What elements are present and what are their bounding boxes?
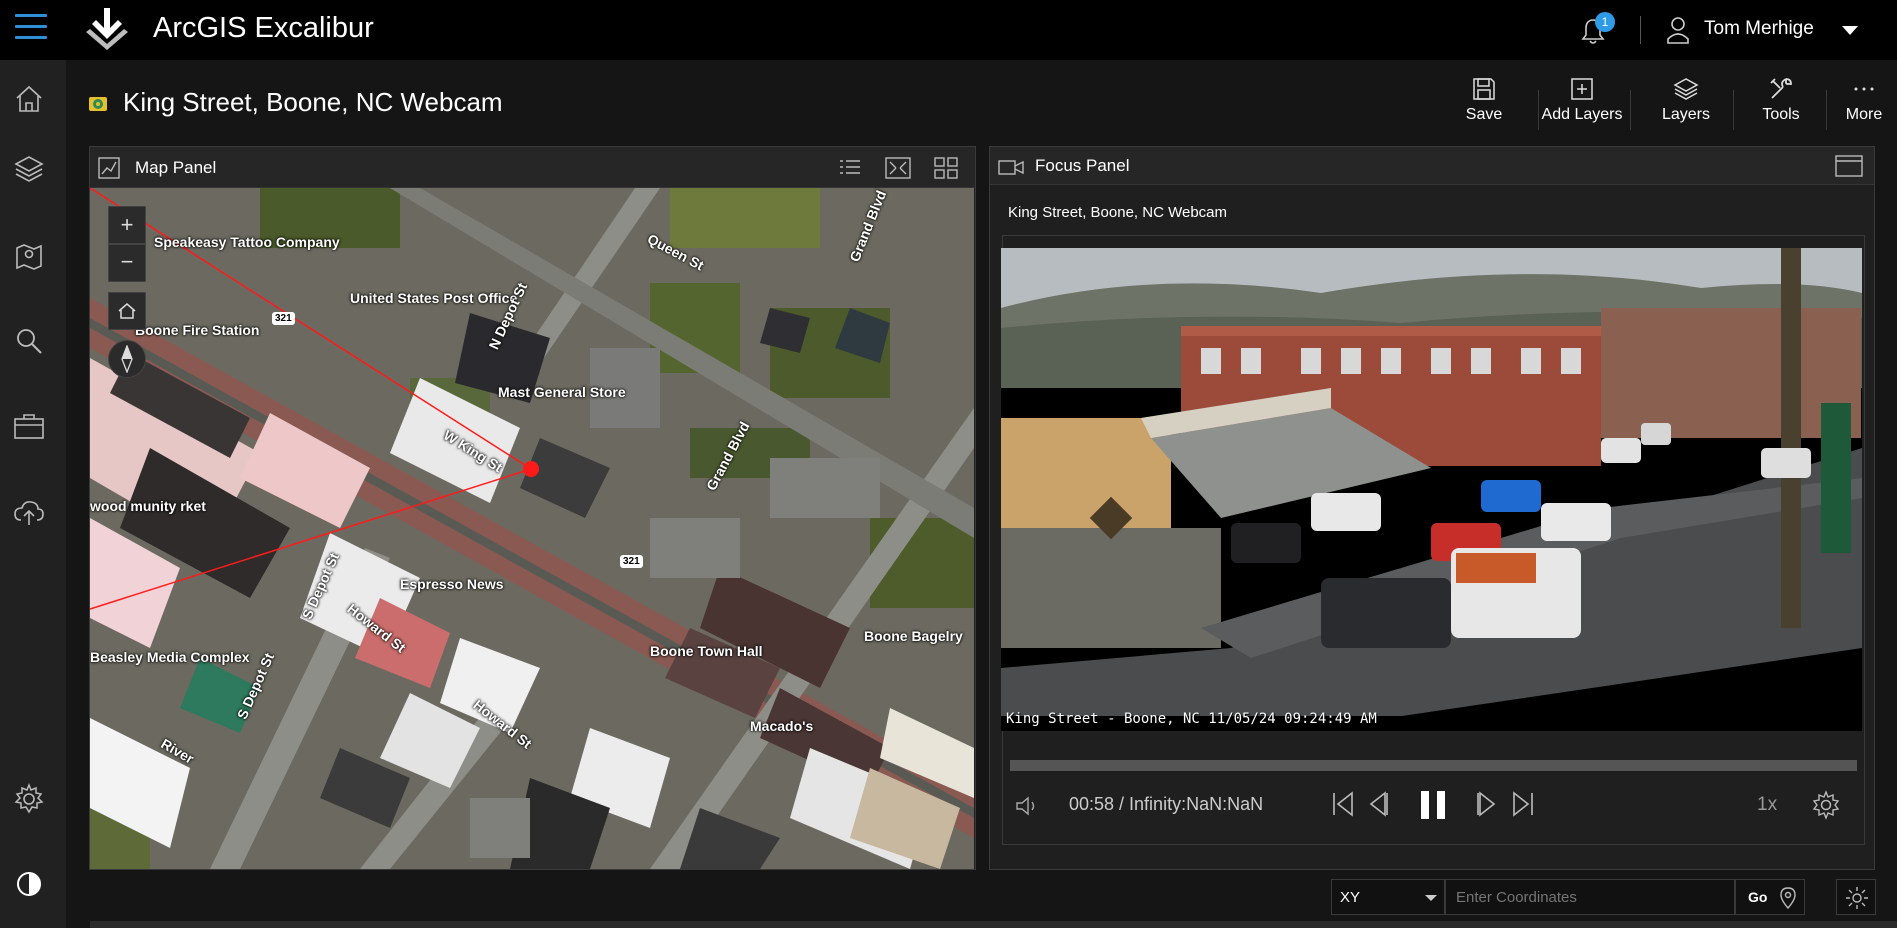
video-settings-gear-icon[interactable] bbox=[1811, 790, 1841, 820]
coordinate-input[interactable] bbox=[1446, 880, 1734, 914]
compass-button[interactable] bbox=[108, 340, 146, 378]
home-icon[interactable] bbox=[12, 82, 46, 116]
panel-window-icon[interactable] bbox=[1835, 155, 1863, 177]
page-title: King Street, Boone, NC Webcam bbox=[123, 87, 503, 117]
layers-icon bbox=[1673, 78, 1699, 100]
layers-label: Layers bbox=[1661, 106, 1711, 123]
map-label: Espresso News bbox=[400, 576, 504, 592]
map-label: Boone Fire Station bbox=[135, 322, 260, 338]
map-label: Boone Town Hall bbox=[650, 643, 763, 659]
more-button[interactable]: More bbox=[1832, 72, 1896, 138]
notification-count-badge: 1 bbox=[1595, 12, 1615, 32]
route-shield: 321 bbox=[272, 312, 295, 325]
video-time: 00:58 / Infinity:NaN:NaN bbox=[1069, 794, 1264, 814]
zoom-in-button[interactable]: + bbox=[108, 206, 146, 244]
toolbar-divider bbox=[1733, 90, 1734, 130]
cloud-upload-icon[interactable] bbox=[12, 496, 46, 530]
user-name[interactable]: Tom Merhige bbox=[1704, 18, 1814, 40]
toolbar-divider bbox=[1826, 90, 1827, 130]
map-label: Beasley Media Complex bbox=[90, 649, 250, 665]
sun-lighting-button[interactable] bbox=[1836, 879, 1876, 915]
wrench-icon bbox=[1770, 78, 1792, 99]
coordinate-format-select[interactable]: XY bbox=[1331, 879, 1445, 915]
camera-location-marker bbox=[523, 461, 539, 477]
list-icon[interactable] bbox=[838, 157, 862, 179]
tools-label: Tools bbox=[1762, 106, 1800, 123]
route-shield: 321 bbox=[620, 555, 643, 568]
toolbar-divider bbox=[1630, 90, 1631, 130]
layers-button[interactable]: Layers bbox=[1646, 72, 1726, 138]
settings-gear-icon[interactable] bbox=[12, 782, 46, 816]
coordinate-input-wrapper bbox=[1445, 879, 1735, 915]
add-icon bbox=[1571, 78, 1593, 100]
add-layers-label: Add Layers bbox=[1541, 106, 1623, 123]
go-label: Go bbox=[1748, 889, 1768, 905]
contrast-theme-icon[interactable] bbox=[12, 867, 46, 901]
ellipsis-icon bbox=[1854, 87, 1874, 91]
map-label: wood munity rket bbox=[90, 498, 206, 514]
user-avatar-icon[interactable] bbox=[1666, 15, 1690, 45]
map-panel-icon bbox=[98, 157, 120, 179]
skip-to-end-icon[interactable] bbox=[1510, 790, 1536, 818]
user-menu-chevron-down-icon[interactable] bbox=[1842, 26, 1858, 35]
page-header: King Street, Boone, NC Webcam Save Add L… bbox=[66, 60, 1897, 146]
divider bbox=[1640, 16, 1641, 44]
webcam-frame bbox=[1001, 248, 1862, 731]
map-label: Speakeasy Tattoo Company bbox=[154, 234, 340, 250]
playback-speed[interactable]: 1x bbox=[1757, 794, 1777, 816]
video-progress-bar[interactable] bbox=[1010, 760, 1857, 771]
map-pin-icon[interactable] bbox=[12, 238, 46, 272]
go-button[interactable]: Go bbox=[1735, 879, 1805, 915]
top-bar: ArcGIS Excalibur 1 Tom Merhige bbox=[0, 0, 1897, 60]
map-panel-title: Map Panel bbox=[135, 158, 217, 177]
step-forward-icon[interactable] bbox=[1474, 790, 1500, 818]
focus-panel-header: Focus Panel bbox=[990, 147, 1874, 185]
focus-panel-title: Focus Panel bbox=[1035, 156, 1130, 175]
tools-button[interactable]: Tools bbox=[1746, 72, 1816, 138]
briefcase-icon[interactable] bbox=[12, 410, 46, 444]
search-icon[interactable] bbox=[12, 324, 46, 358]
map-view[interactable]: Speakeasy Tattoo Company United States P… bbox=[90, 188, 974, 869]
hamburger-menu-icon[interactable] bbox=[15, 14, 47, 44]
save-button[interactable]: Save bbox=[1448, 72, 1520, 138]
grid-layout-icon[interactable] bbox=[934, 157, 958, 179]
satellite-imagery bbox=[90, 188, 974, 869]
video-controls: 00:58 / Infinity:NaN:NaN 1x bbox=[1001, 756, 1862, 842]
step-back-icon[interactable] bbox=[1365, 790, 1391, 818]
location-pin-icon bbox=[1780, 887, 1796, 909]
add-layers-button[interactable]: Add Layers bbox=[1524, 72, 1640, 138]
compass-icon bbox=[121, 344, 133, 374]
bottom-panel-edge bbox=[90, 921, 1897, 928]
skip-to-start-icon[interactable] bbox=[1330, 790, 1356, 818]
video-timestamp-overlay: King Street - Boone, NC 11/05/24 09:24:4… bbox=[1006, 711, 1377, 727]
webcam-video[interactable]: King Street - Boone, NC 11/05/24 09:24:4… bbox=[1001, 248, 1862, 731]
video-camera-icon bbox=[998, 160, 1024, 175]
save-icon bbox=[1473, 78, 1495, 100]
map-label: Macado's bbox=[750, 718, 814, 734]
zoom-out-button[interactable]: − bbox=[108, 244, 146, 282]
more-label: More bbox=[1845, 106, 1883, 123]
webcam-feed-icon bbox=[89, 97, 107, 111]
home-icon bbox=[118, 303, 136, 319]
map-label: Mast General Store bbox=[498, 384, 626, 400]
pause-icon[interactable] bbox=[1418, 789, 1448, 821]
sun-icon bbox=[1846, 887, 1868, 909]
left-sidebar bbox=[0, 60, 66, 928]
map-label: Boone Bagelry bbox=[864, 628, 963, 644]
app-title: ArcGIS Excalibur bbox=[153, 12, 374, 44]
coordinate-format-value: XY bbox=[1340, 889, 1361, 906]
map-panel-header: Map Panel bbox=[90, 147, 975, 188]
map-label: United States Post Office bbox=[350, 290, 518, 306]
layers-icon[interactable] bbox=[12, 152, 46, 186]
default-extent-button[interactable] bbox=[108, 292, 146, 330]
save-label: Save bbox=[1465, 106, 1503, 123]
video-title: King Street, Boone, NC Webcam bbox=[1008, 204, 1227, 221]
fullscreen-icon[interactable] bbox=[885, 157, 911, 179]
chevron-down-icon bbox=[1425, 895, 1437, 901]
arcgis-excalibur-logo bbox=[86, 8, 128, 50]
volume-icon[interactable] bbox=[1015, 794, 1041, 818]
